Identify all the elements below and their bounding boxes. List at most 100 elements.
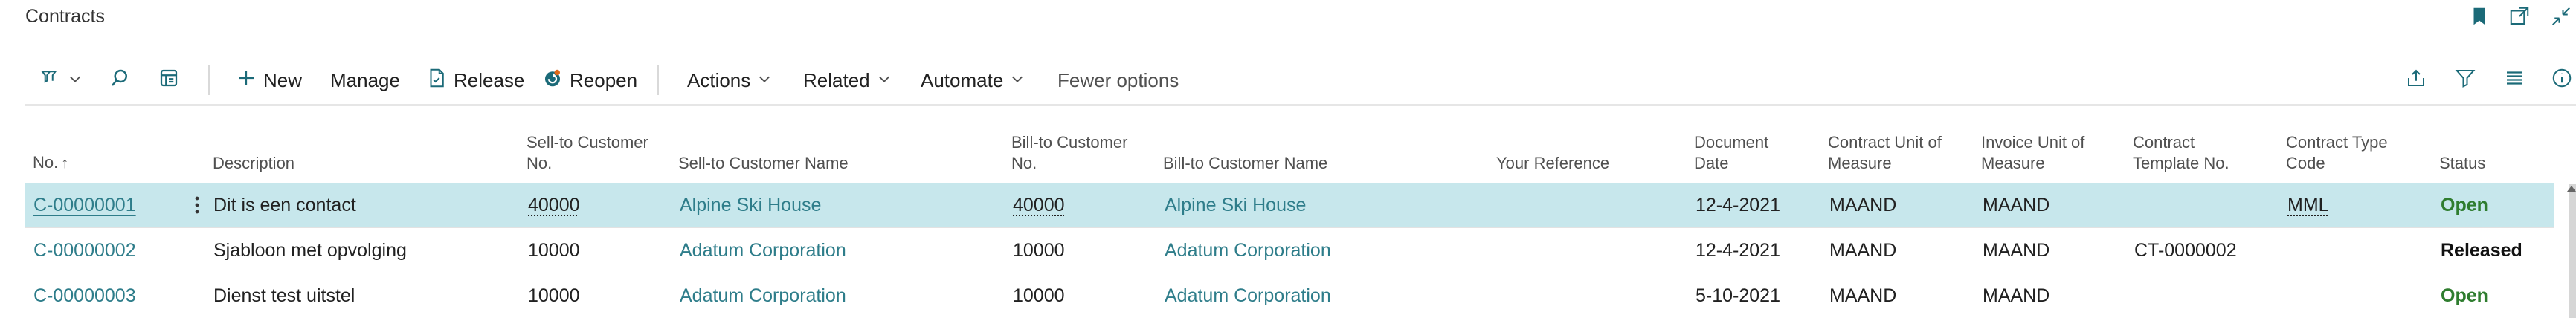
bill-to-no-cell[interactable]: 10000 — [1013, 273, 1065, 318]
analyze-icon — [158, 67, 180, 94]
collapse-icon[interactable] — [2548, 3, 2575, 30]
column-header-bill-to-no[interactable]: Bill-to Customer No. — [1011, 132, 1127, 174]
template-no-cell: CT-0000002 — [2134, 240, 2237, 261]
scroll-up-arrow-icon[interactable] — [2567, 186, 2576, 192]
document-date-cell: 12-4-2021 — [1696, 240, 1780, 261]
description-cell: Dit is een contact — [213, 195, 356, 215]
chevron-down-icon — [756, 69, 773, 92]
contract-uom-cell: MAAND — [1829, 195, 1897, 215]
separator — [657, 65, 659, 95]
column-header-contract-uom[interactable]: Contract Unit of Measure — [1828, 132, 1942, 174]
plus-icon — [235, 67, 257, 94]
contract-uom-cell: MAAND — [1829, 285, 1897, 306]
column-header-label: No. — [33, 153, 59, 172]
type-code-cell[interactable]: MML — [2287, 183, 2329, 227]
table-header: No. ↑ Description Sell-to Customer No. Sel… — [0, 119, 2576, 181]
analyze-button[interactable] — [158, 56, 180, 104]
column-header-label: Invoice Unit of — [1981, 133, 2085, 152]
document-date-cell: 12-4-2021 — [1696, 195, 1780, 215]
related-label: Related — [803, 68, 870, 91]
automate-label: Automate — [921, 68, 1004, 91]
share-button[interactable] — [2405, 56, 2427, 104]
chevron-down-icon — [876, 69, 892, 92]
column-header-sell-to-name[interactable]: Sell-to Customer Name — [678, 153, 849, 174]
release-label: Release — [454, 68, 525, 91]
column-header-your-reference[interactable]: Your Reference — [1496, 153, 1609, 174]
invoice-uom-cell: MAAND — [1983, 195, 2050, 215]
contract-no-link[interactable]: C-00000002 — [33, 228, 136, 273]
column-header-label: No. — [527, 154, 553, 172]
info-icon — [2551, 67, 2573, 94]
status-badge: Released — [2441, 240, 2522, 261]
column-header-label: Measure — [1828, 154, 1892, 172]
column-header-label: Document — [1694, 133, 1769, 152]
sell-to-no-cell[interactable]: 40000 — [528, 183, 580, 227]
column-header-label: Date — [1694, 154, 1729, 172]
manage-menu[interactable]: Manage — [330, 56, 400, 104]
column-header-label: Contract — [2133, 133, 2195, 152]
column-header-sell-to-no[interactable]: Sell-to Customer No. — [527, 132, 648, 174]
status-badge: Open — [2441, 195, 2488, 215]
sell-to-name-link[interactable]: Adatum Corporation — [680, 228, 846, 273]
info-button[interactable] — [2551, 56, 2573, 104]
list-view-button[interactable] — [2503, 56, 2525, 104]
actions-label: Actions — [687, 68, 751, 91]
column-header-label: Contract Unit of — [1828, 133, 1942, 152]
reopen-icon — [541, 67, 564, 94]
open-new-window-icon[interactable] — [2506, 3, 2533, 30]
document-date-cell: 5-10-2021 — [1696, 285, 1780, 306]
actions-menu[interactable]: Actions — [687, 56, 773, 104]
column-header-label: Template No. — [2133, 154, 2229, 172]
list-icon — [2503, 67, 2525, 94]
share-icon — [2405, 67, 2427, 94]
column-header-template-no[interactable]: Contract Template No. — [2133, 132, 2229, 174]
description-cell: Sjabloon met opvolging — [213, 240, 407, 261]
contract-uom-cell: MAAND — [1829, 240, 1897, 261]
table-row[interactable]: C-00000001 Dit is een contact 40000 Alpi… — [25, 183, 2554, 227]
column-header-type-code[interactable]: Contract Type Code — [2286, 132, 2388, 174]
bill-to-name-link[interactable]: Adatum Corporation — [1165, 228, 1331, 273]
sell-to-no-cell[interactable]: 10000 — [528, 228, 580, 273]
filter-button[interactable] — [2454, 56, 2476, 104]
sell-to-no-cell[interactable]: 10000 — [528, 273, 580, 318]
automate-menu[interactable]: Automate — [921, 56, 1025, 104]
column-header-status[interactable]: Status — [2439, 153, 2485, 174]
search-button[interactable] — [109, 56, 131, 104]
new-button[interactable]: New — [235, 56, 302, 104]
column-header-label: Contract Type — [2286, 133, 2388, 152]
related-menu[interactable]: Related — [803, 56, 892, 104]
column-header-label: Code — [2286, 154, 2325, 172]
contract-no-link[interactable]: C-00000001 — [33, 183, 136, 227]
filter-pane-toggle[interactable] — [39, 56, 83, 104]
fewer-options-label: Fewer options — [1057, 68, 1179, 91]
contract-no-link[interactable]: C-00000003 — [33, 273, 136, 318]
fewer-options-button[interactable]: Fewer options — [1057, 56, 1179, 104]
column-header-document-date[interactable]: Document Date — [1694, 132, 1768, 174]
bookmark-icon[interactable] — [2466, 3, 2493, 30]
vertical-scrollbar[interactable] — [2569, 184, 2576, 318]
search-icon — [109, 67, 131, 94]
page-title: Contracts — [25, 6, 105, 27]
table-row[interactable]: C-00000002 Sjabloon met opvolging 10000 … — [25, 228, 2554, 273]
release-button[interactable]: Release — [425, 56, 524, 104]
column-header-no[interactable]: No. ↑ — [33, 152, 68, 174]
filter-icon — [2454, 67, 2476, 94]
table-row[interactable]: C-00000003 Dienst test uitstel 10000 Ada… — [25, 273, 2554, 318]
column-header-description[interactable]: Description — [213, 153, 294, 174]
column-header-bill-to-name[interactable]: Bill-to Customer Name — [1163, 153, 1327, 174]
bill-to-name-link[interactable]: Alpine Ski House — [1165, 183, 1306, 227]
reopen-button[interactable]: Reopen — [541, 56, 637, 104]
bill-to-no-cell[interactable]: 40000 — [1013, 183, 1065, 227]
column-header-invoice-uom[interactable]: Invoice Unit of Measure — [1981, 132, 2084, 174]
bill-to-name-link[interactable]: Adatum Corporation — [1165, 273, 1331, 318]
status-badge: Open — [2441, 285, 2488, 306]
bill-to-no-cell[interactable]: 10000 — [1013, 228, 1065, 273]
reopen-label: Reopen — [570, 68, 638, 91]
sell-to-name-link[interactable]: Alpine Ski House — [680, 183, 821, 227]
sell-to-name-link[interactable]: Adatum Corporation — [680, 273, 846, 318]
description-cell: Dienst test uitstel — [213, 285, 355, 306]
action-bar: New Manage Release Reopen Actions Relate… — [25, 56, 2576, 106]
column-header-label: No. — [1011, 154, 1037, 172]
more-options-icon[interactable] — [186, 183, 208, 227]
sort-ascending-icon: ↑ — [61, 155, 69, 172]
